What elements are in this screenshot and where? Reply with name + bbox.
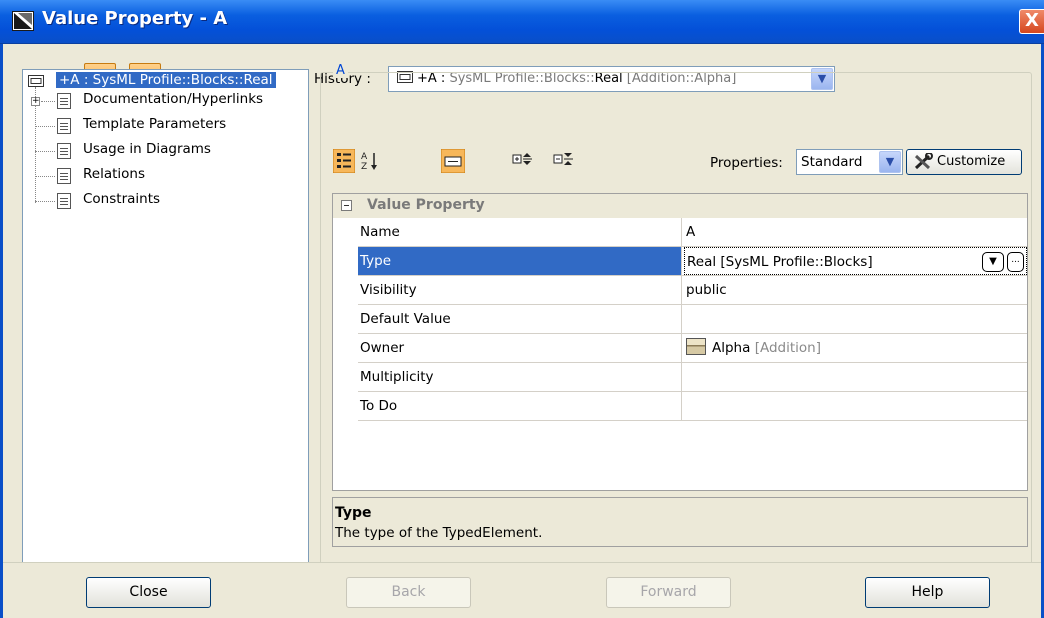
title-bar[interactable]: Value Property - A X <box>0 0 1044 44</box>
property-value[interactable]: public <box>684 276 1027 304</box>
back-button[interactable]: Back <box>346 577 471 608</box>
customize-button[interactable]: Customize <box>906 149 1022 175</box>
expand-all-icon[interactable] <box>512 152 534 170</box>
collapse-icon[interactable] <box>341 200 352 211</box>
collapse-all-icon[interactable] <box>553 152 575 170</box>
svg-text:Z: Z <box>361 162 367 172</box>
properties-label: Properties: <box>710 155 783 171</box>
description-title: Type <box>335 505 372 521</box>
value-property-icon <box>28 75 44 87</box>
property-name: Default Value <box>358 305 682 333</box>
chevron-down-icon[interactable]: ▼ <box>879 151 901 173</box>
sort-alpha-icon[interactable]: A Z <box>361 150 379 172</box>
ellipsis-button[interactable]: ... <box>1007 252 1024 272</box>
tree-item-documentation[interactable]: Documentation/Hyperlinks <box>23 89 303 111</box>
button-bar: Close Back Forward Help <box>3 562 1041 618</box>
forward-button[interactable]: Forward <box>606 577 731 608</box>
property-name: Owner <box>358 334 682 362</box>
tree-connector <box>35 201 55 202</box>
property-value[interactable] <box>684 363 1027 391</box>
tree-item-constraints[interactable]: Constraints <box>23 189 303 211</box>
tree-item-label: Constraints <box>83 191 161 207</box>
tree-connector <box>35 151 55 152</box>
description-panel: Type The type of the TypedElement. <box>332 497 1028 547</box>
tree-item-relations[interactable]: Relations <box>23 164 303 186</box>
document-icon <box>57 193 71 209</box>
owner-value[interactable]: Alpha [Addition] <box>684 334 1027 362</box>
window-title: Value Property - A <box>42 8 228 29</box>
property-table: Value Property Name A Type Real [SysML P… <box>332 193 1028 491</box>
property-value[interactable] <box>684 392 1027 420</box>
property-row-type[interactable]: Type Real [SysML Profile::Blocks] ▼ ... <box>358 247 1027 276</box>
app-icon <box>12 11 34 31</box>
tree-connector <box>35 126 55 127</box>
tree-item-label: Usage in Diagrams <box>83 141 211 157</box>
property-name: Multiplicity <box>358 363 682 391</box>
navigation-tree: +A : SysML Profile::Blocks::Real + Docum… <box>22 69 309 577</box>
help-button[interactable]: Help <box>865 577 990 608</box>
group-title: A <box>333 63 348 78</box>
properties-mode-select[interactable]: Standard ▼ <box>796 149 903 175</box>
document-icon <box>57 168 71 184</box>
description-text: The type of the TypedElement. <box>335 525 543 541</box>
owner-context: [Addition] <box>754 340 821 356</box>
property-row-todo[interactable]: To Do <box>358 392 1027 421</box>
type-value-field[interactable]: Real [SysML Profile::Blocks] ▼ ... <box>684 247 1027 275</box>
tree-item-usage-in-diagrams[interactable]: Usage in Diagrams <box>23 139 303 161</box>
document-icon <box>57 118 71 134</box>
section-header[interactable]: Value Property <box>333 194 1027 218</box>
property-row-name[interactable]: Name A <box>358 218 1027 247</box>
tools-icon <box>914 153 933 170</box>
property-name: Name <box>358 218 682 246</box>
window-close-button[interactable]: X <box>1019 9 1044 34</box>
section-title: Value Property <box>367 197 485 213</box>
property-value[interactable]: A <box>684 218 1027 246</box>
property-value: Real [SysML Profile::Blocks] <box>687 254 873 270</box>
show-description-icon[interactable] <box>441 149 465 173</box>
property-row-visibility[interactable]: Visibility public <box>358 276 1027 305</box>
property-value[interactable] <box>684 305 1027 333</box>
categorized-view-icon[interactable] <box>333 149 355 173</box>
property-name: Type <box>358 247 682 275</box>
close-button[interactable]: Close <box>86 577 211 608</box>
svg-text:A: A <box>361 152 368 162</box>
tree-item-label: Relations <box>83 166 145 182</box>
property-value: Alpha <box>712 340 751 356</box>
tree-connector <box>41 101 55 102</box>
properties-mode-value: Standard <box>801 154 863 170</box>
property-row-owner[interactable]: Owner Alpha [Addition] <box>358 334 1027 363</box>
tree-item-template-parameters[interactable]: Template Parameters <box>23 114 303 136</box>
property-name: To Do <box>358 392 682 420</box>
customize-label: Customize <box>937 154 1006 169</box>
property-row-multiplicity[interactable]: Multiplicity <box>358 363 1027 392</box>
tree-connector <box>35 176 55 177</box>
tree-item-label: Template Parameters <box>83 116 227 132</box>
dropdown-arrow-icon[interactable]: ▼ <box>982 252 1004 272</box>
tree-item-label: Documentation/Hyperlinks <box>83 91 264 107</box>
property-row-default-value[interactable]: Default Value <box>358 305 1027 334</box>
document-icon <box>57 143 71 159</box>
document-icon <box>57 93 71 109</box>
block-icon <box>686 338 706 355</box>
property-name: Visibility <box>358 276 682 304</box>
tree-root-label: +A : SysML Profile::Blocks::Real <box>56 72 276 88</box>
